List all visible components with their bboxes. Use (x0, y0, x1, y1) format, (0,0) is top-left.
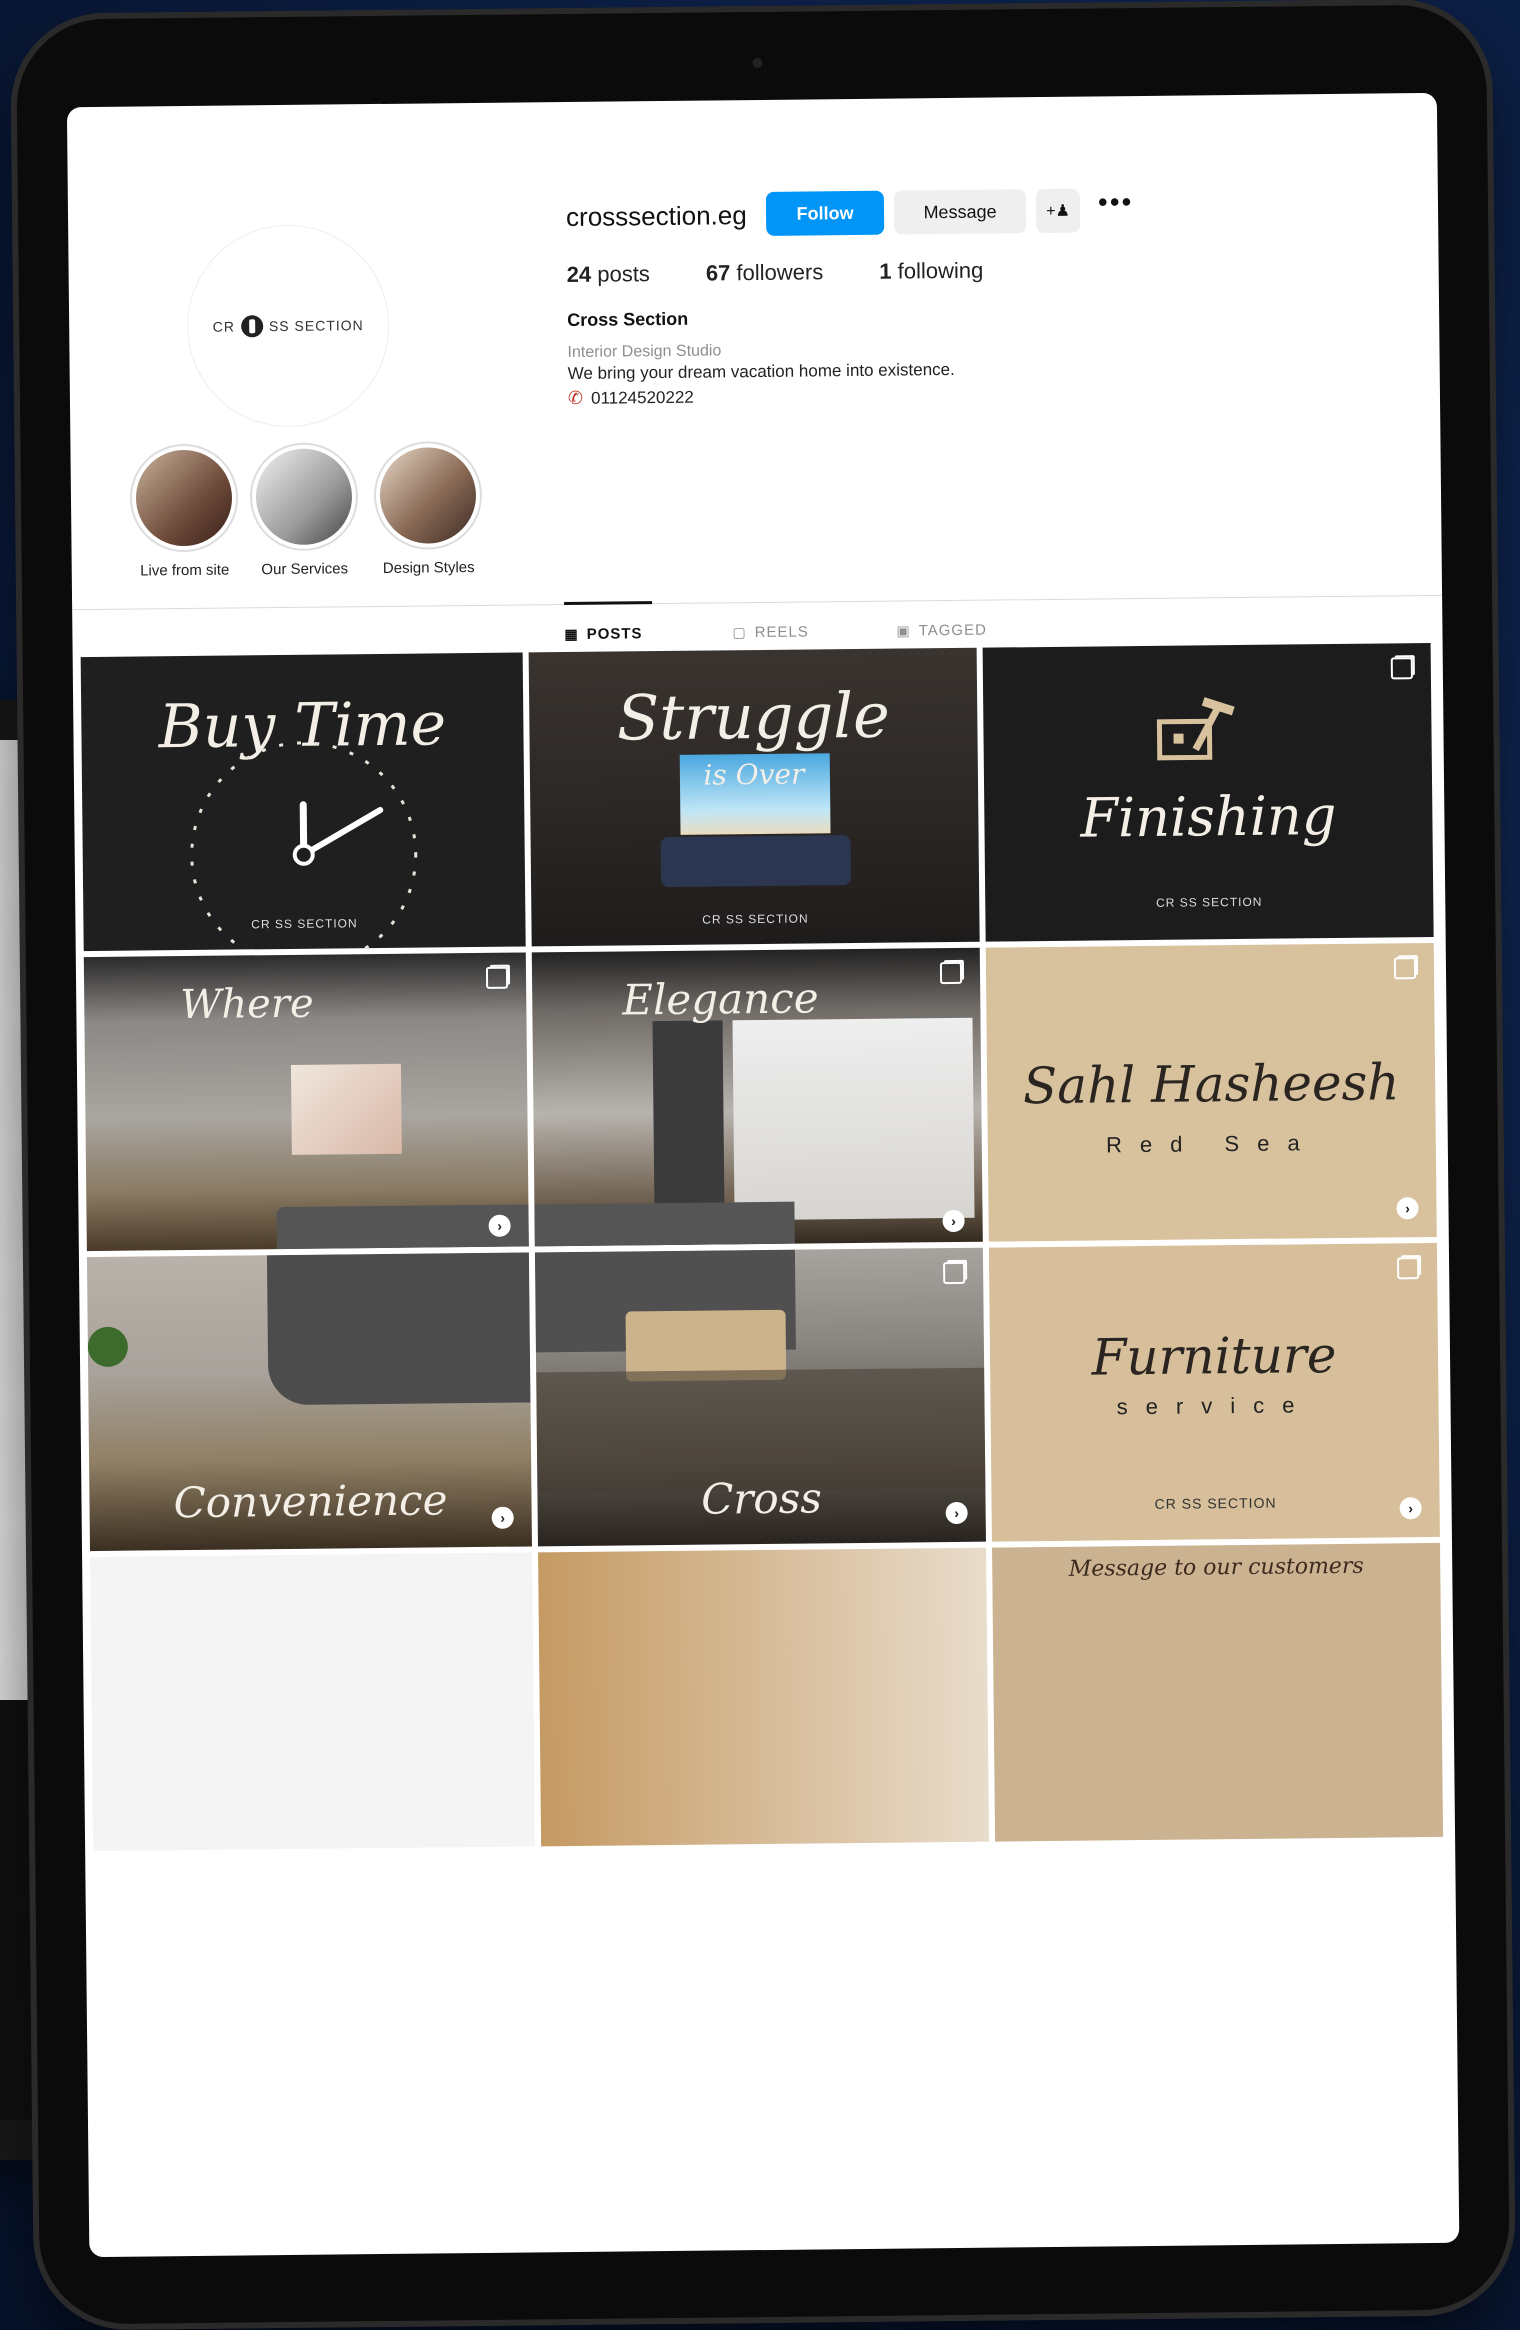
phone-number: 01124520222 (590, 387, 694, 408)
tab-reels[interactable]: ▢ REELS (732, 623, 809, 641)
highlight-ring (249, 442, 359, 552)
next-icon: › (945, 1501, 968, 1525)
tab-tagged[interactable]: ▣ TAGGED (896, 622, 987, 640)
post-title: Convenience (173, 1475, 448, 1528)
profile-bio: We bring your dream vacation home into e… (567, 359, 955, 384)
grid-icon: ▦ (564, 625, 579, 643)
post-title: Furniture (1091, 1326, 1337, 1387)
tab-divider (72, 594, 1443, 611)
sofa-image (266, 1252, 531, 1406)
profile-avatar[interactable]: CR SS SECTION (186, 223, 391, 428)
tab-label: REELS (754, 623, 809, 642)
highlight-ring (129, 443, 239, 553)
next-icon: › (942, 1209, 965, 1233)
highlight-label: Design Styles (382, 558, 475, 577)
post-subtitle: Red Sea (1105, 1130, 1318, 1158)
profile-category: Interior Design Studio (567, 342, 722, 362)
add-user-icon: +♟ (1046, 202, 1070, 220)
post-finishing[interactable]: Finishing CR SS SECTION (982, 642, 1434, 942)
highlight-cover (255, 448, 353, 546)
carousel-icon (1393, 957, 1417, 980)
highlight-live-from-site[interactable]: Live from site (118, 443, 249, 579)
logo-mark-icon (240, 315, 264, 338)
post-cross[interactable]: Cross › (534, 1247, 986, 1547)
post-title: Where (180, 980, 314, 1029)
more-options-icon[interactable]: ••• (1098, 186, 1134, 218)
instagram-profile-screen: CR SS SECTION crosssection.eg Follow Mes… (66, 92, 1460, 2258)
post-struggle-is-over[interactable]: Struggle is Over CR SS SECTION (528, 647, 980, 947)
tag-icon: ▣ (896, 622, 911, 639)
follow-button[interactable]: Follow (765, 190, 885, 236)
tablet-frame: CR SS SECTION crosssection.eg Follow Mes… (15, 4, 1511, 2325)
next-icon: › (1396, 1197, 1419, 1220)
post-elegance[interactable]: Elegance › (531, 947, 983, 1247)
sofa-image (534, 1201, 795, 1247)
post-title: Sahl Hasheesh (1022, 1053, 1400, 1116)
tab-posts[interactable]: ▦ POSTS (564, 625, 642, 643)
profile-stats: 24 posts 67 followers 1 following (567, 258, 984, 288)
highlight-design-styles[interactable]: Design Styles (362, 440, 493, 577)
profile-username: crosssection.eg (565, 200, 747, 233)
phone-icon: ✆ (567, 387, 584, 408)
post-title: Finishing (1080, 783, 1337, 850)
highlight-label: Our Services (261, 560, 349, 579)
suggest-user-button[interactable]: +♟ (1035, 188, 1081, 234)
post-sahl-hasheesh[interactable]: Sahl Hasheesh Red Sea › (985, 942, 1437, 1242)
plant-image (87, 1326, 129, 1368)
tab-active-indicator (564, 601, 653, 606)
post-subtitle: service (1116, 1392, 1313, 1420)
next-icon: › (491, 1506, 514, 1529)
post-furniture-service[interactable]: Furniture service CR SS SECTION › (988, 1242, 1440, 1542)
post-logo: CR SS SECTION (702, 911, 809, 927)
reels-icon: ▢ (732, 624, 747, 641)
next-icon: › (488, 1214, 511, 1237)
post-buy-time[interactable]: Buy Time CR SS SECTION (80, 652, 526, 952)
post-where[interactable]: Where › (83, 952, 529, 1252)
window-image (732, 1017, 975, 1221)
highlight-cover (135, 449, 233, 547)
message-button[interactable]: Message (893, 189, 1027, 235)
followers-stat[interactable]: 67 followers (706, 259, 824, 286)
brand-logo: CR SS SECTION (213, 314, 364, 338)
posts-grid: Buy Time CR SS SECTION Struggle is Over … (80, 642, 1445, 1852)
post-logo: CR SS SECTION (1154, 1494, 1277, 1512)
carousel-icon (943, 1261, 966, 1285)
logo-text-section: SS SECTION (268, 317, 364, 335)
logo-text-cr: CR (212, 318, 235, 335)
post-subtitle: is Over (703, 757, 805, 792)
highlight-label: Live from site (140, 561, 230, 580)
next-icon: › (1399, 1497, 1422, 1520)
profile-full-name: Cross Section (567, 308, 689, 331)
highlight-ring (373, 440, 483, 551)
profile-phone[interactable]: ✆ 01124520222 (568, 387, 694, 409)
highlight-our-services[interactable]: Our Services (238, 442, 369, 578)
carousel-icon (1397, 1257, 1420, 1280)
post-message-to-customers[interactable]: Message to our customers (992, 1542, 1444, 1842)
post-convenience[interactable]: Convenience › (86, 1252, 532, 1552)
post-interior-partial[interactable] (538, 1547, 990, 1847)
post-title: Struggle (616, 678, 891, 755)
clock-icon (190, 741, 418, 952)
post-partial-blank[interactable] (90, 1552, 536, 1852)
tab-label: TAGGED (918, 621, 987, 640)
post-title: Message to our customers (1068, 1553, 1364, 1582)
post-title: Elegance (622, 973, 819, 1025)
camera-icon (752, 57, 763, 69)
highlight-cover (379, 446, 477, 544)
sofa-image (660, 835, 852, 888)
tab-label: POSTS (586, 625, 643, 643)
post-title: Cross (700, 1473, 823, 1524)
posts-stat[interactable]: 24 posts (567, 261, 650, 288)
wall-art-image (290, 1063, 402, 1155)
following-stat[interactable]: 1 following (879, 258, 983, 285)
